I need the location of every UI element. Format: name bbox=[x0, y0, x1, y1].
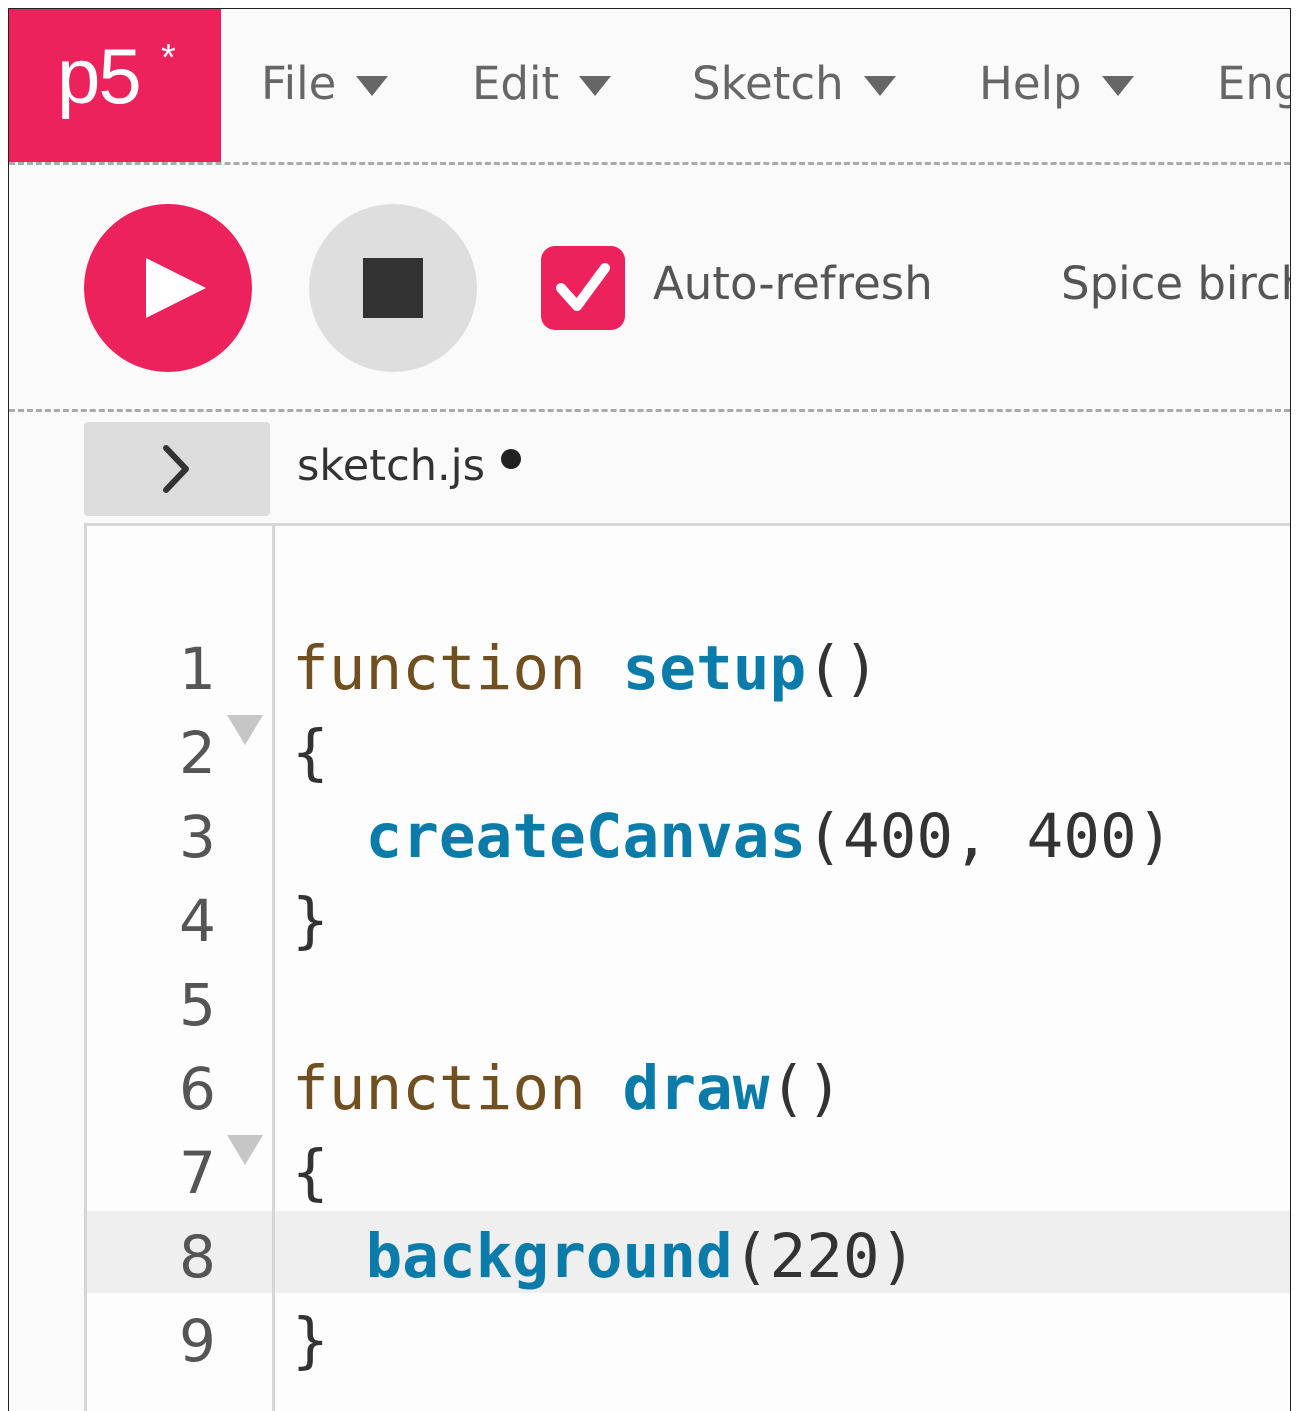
menu-sketch-label: Sketch bbox=[692, 56, 844, 110]
toolbar-divider bbox=[9, 409, 1290, 412]
line-number: 7 bbox=[179, 1139, 216, 1207]
line-number: 8 bbox=[179, 1223, 216, 1291]
logo-star: * bbox=[161, 37, 176, 79]
sketch-name[interactable]: Spice birch bbox=[1061, 257, 1290, 310]
chevron-right-icon bbox=[163, 445, 189, 493]
code-token: (400, 400) bbox=[806, 801, 1174, 872]
line-number: 3 bbox=[179, 803, 216, 871]
menu-help-label: Help bbox=[979, 56, 1082, 110]
file-tab-sketch-js[interactable]: sketch.js bbox=[297, 441, 485, 491]
code-token: setup bbox=[622, 633, 807, 704]
line-number: 6 bbox=[179, 1055, 216, 1123]
gutter-divider bbox=[272, 526, 275, 1411]
menu-sketch[interactable]: Sketch bbox=[692, 53, 896, 113]
line-number: 4 bbox=[179, 887, 216, 955]
code-editor[interactable]: 1 function setup() 2{3 createCanvas(400, 4… bbox=[84, 523, 1290, 1411]
code-token: } bbox=[292, 1305, 329, 1376]
menu-edit[interactable]: Edit bbox=[472, 53, 612, 113]
line-number: 1 bbox=[179, 635, 216, 703]
unsaved-indicator bbox=[501, 449, 521, 469]
code-token: function bbox=[292, 633, 586, 704]
code-token: { bbox=[292, 1137, 329, 1208]
chevron-down-icon bbox=[863, 76, 896, 96]
p5-editor-window: p5 * File Edit Sketch Help Eng bbox=[8, 8, 1291, 1411]
code-token: { bbox=[292, 717, 329, 788]
chevron-down-icon bbox=[1101, 76, 1134, 96]
code-token: draw bbox=[622, 1053, 770, 1124]
chevron-down-icon bbox=[356, 76, 389, 96]
p5-logo[interactable]: p5 * bbox=[9, 9, 221, 162]
code-token: () bbox=[769, 1053, 843, 1124]
line-number: 2 bbox=[179, 719, 216, 787]
menu-file[interactable]: File bbox=[261, 53, 389, 113]
code-line[interactable]: function draw() bbox=[292, 1047, 843, 1131]
stop-icon bbox=[363, 258, 423, 318]
top-nav: p5 * File Edit Sketch Help Eng bbox=[9, 9, 1290, 162]
menu-file-label: File bbox=[261, 56, 337, 110]
checkmark-icon bbox=[556, 263, 610, 311]
code-line[interactable]: { bbox=[292, 1131, 329, 1215]
line-number: 5 bbox=[179, 971, 216, 1039]
code-token: () bbox=[806, 633, 880, 704]
menu-language[interactable]: Eng bbox=[1217, 53, 1290, 113]
code-token: (220) bbox=[732, 1221, 917, 1292]
menu-edit-label: Edit bbox=[472, 56, 560, 110]
nav-divider bbox=[9, 162, 1290, 165]
play-button[interactable] bbox=[84, 204, 252, 372]
code-line[interactable]: createCanvas(400, 400) bbox=[292, 795, 1173, 879]
code-line[interactable]: { bbox=[292, 711, 329, 795]
code-token: function bbox=[292, 1053, 586, 1124]
line-number: 9 bbox=[179, 1307, 216, 1375]
fold-arrow-icon[interactable] bbox=[227, 1135, 263, 1165]
auto-refresh-checkbox[interactable] bbox=[541, 246, 625, 330]
code-line[interactable]: background(220) bbox=[292, 1215, 916, 1299]
fold-arrow-icon[interactable] bbox=[227, 715, 263, 745]
menu-help[interactable]: Help bbox=[979, 53, 1134, 113]
logo-text: p5 bbox=[57, 32, 142, 120]
stop-button[interactable] bbox=[309, 204, 477, 372]
code-line[interactable]: function setup() bbox=[292, 627, 880, 711]
auto-refresh-label[interactable]: Auto-refresh bbox=[653, 257, 933, 310]
code-line[interactable]: } bbox=[292, 879, 329, 963]
code-line[interactable]: } bbox=[292, 1299, 329, 1383]
code-token: background bbox=[365, 1221, 733, 1292]
chevron-down-icon bbox=[579, 76, 612, 96]
code-token: } bbox=[292, 885, 329, 956]
menu-language-label: Eng bbox=[1217, 56, 1290, 110]
play-icon bbox=[146, 258, 206, 318]
code-token: createCanvas bbox=[365, 801, 807, 872]
sidebar-toggle-button[interactable] bbox=[84, 422, 270, 516]
